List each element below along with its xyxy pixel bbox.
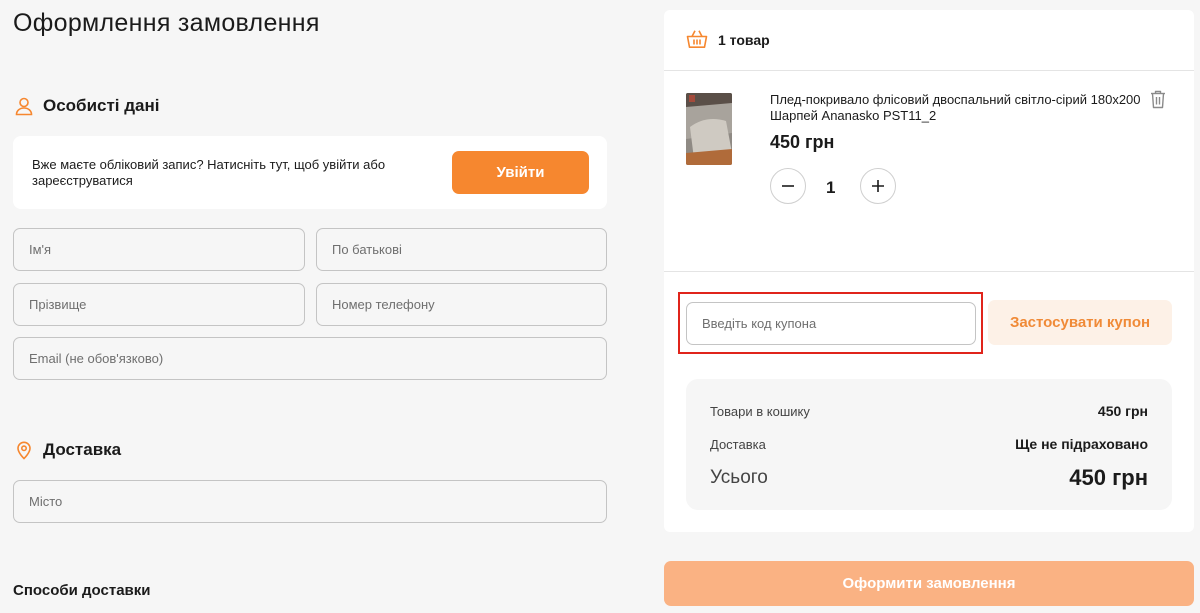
total-label: Усього	[710, 467, 768, 488]
coupon-input[interactable]: Введіть код купона	[686, 302, 976, 345]
cart-count: 1 товар	[718, 32, 770, 48]
last-name-field[interactable]: Прізвище	[13, 283, 305, 326]
cart-divider	[664, 70, 1194, 71]
summary-total-row: Усього 450 грн	[710, 465, 1148, 491]
total-value: 450 грн	[1069, 465, 1148, 490]
place-order-button[interactable]: Оформити замовлення	[664, 561, 1194, 606]
location-pin-icon	[14, 440, 34, 460]
items-label: Товари в кошику	[710, 403, 810, 419]
email-field[interactable]: Email (не обов'язково)	[13, 337, 607, 380]
delivery-heading-text: Доставка	[43, 440, 122, 459]
minus-icon	[782, 185, 794, 187]
delivery-value: Ще не підраховано	[1015, 436, 1148, 452]
cart-header: 1 товар	[664, 10, 1194, 70]
summary-delivery-row: Доставка Ще не підраховано	[710, 436, 1148, 452]
product-image[interactable]	[686, 93, 732, 165]
cart-divider	[664, 271, 1194, 272]
city-field[interactable]: Місто	[13, 480, 607, 523]
patronymic-field[interactable]: По батькові	[316, 228, 607, 271]
apply-coupon-button[interactable]: Застосувати купон	[988, 300, 1172, 345]
decrease-quantity-button[interactable]	[770, 168, 806, 204]
phone-field[interactable]: Номер телефону	[316, 283, 607, 326]
trash-icon[interactable]	[1150, 90, 1166, 114]
login-prompt[interactable]: Вже маєте обліковий запис? Натисніть тут…	[32, 157, 422, 189]
delivery-section-heading: Доставка	[14, 440, 121, 460]
items-value: 450 грн	[1097, 403, 1148, 419]
page-title: Оформлення замовлення	[13, 9, 320, 37]
delivery-methods-heading: Способи доставки	[13, 582, 151, 599]
delivery-label: Доставка	[710, 436, 766, 452]
product-name[interactable]: Плед-покривало флісовий двоспальний світ…	[770, 92, 1150, 124]
user-icon	[14, 96, 34, 116]
order-summary: Товари в кошику 450 грн Доставка Ще не п…	[686, 379, 1172, 510]
basket-icon	[686, 29, 708, 52]
login-card: Вже маєте обліковий запис? Натисніть тут…	[13, 136, 607, 209]
login-button[interactable]: Увійти	[452, 151, 589, 194]
plus-icon	[872, 180, 884, 192]
first-name-field[interactable]: Ім'я	[13, 228, 305, 271]
increase-quantity-button[interactable]	[860, 168, 896, 204]
quantity-value: 1	[826, 178, 836, 197]
personal-heading-text: Особисті дані	[43, 96, 160, 115]
product-price: 450 грн	[770, 132, 835, 152]
personal-section-heading: Особисті дані	[14, 96, 159, 116]
summary-items-row: Товари в кошику 450 грн	[710, 403, 1148, 419]
